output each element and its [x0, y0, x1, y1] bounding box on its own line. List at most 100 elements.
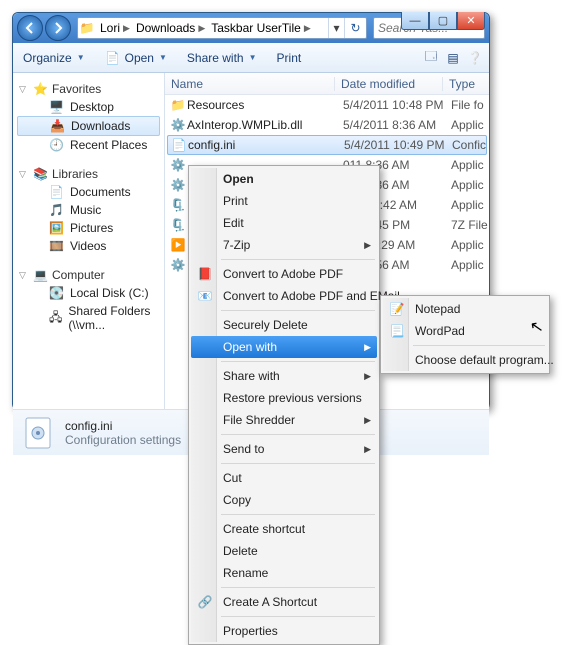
- pdf-mail-icon: 📧: [197, 289, 213, 303]
- menu-item[interactable]: Share with▶: [191, 365, 377, 387]
- menu-label: Share with: [223, 369, 280, 383]
- menu-item[interactable]: Restore previous versions: [191, 387, 377, 409]
- minimize-button[interactable]: —: [401, 12, 429, 30]
- nav-documents[interactable]: 📄Documents: [13, 183, 164, 201]
- wordpad-icon: 📃: [389, 324, 405, 338]
- dll-icon: ⚙️: [169, 178, 187, 192]
- nav-shared[interactable]: 🖧Shared Folders (\\vm...: [13, 302, 164, 334]
- menu-label: Cut: [223, 471, 242, 485]
- back-button[interactable]: [17, 15, 43, 41]
- breadcrumb[interactable]: Taskbar UserTile▶: [207, 21, 313, 35]
- file-date: 5/4/2011 10:48 PM: [337, 98, 445, 112]
- preview-pane-icon[interactable]: ▤: [445, 50, 461, 66]
- menu-item[interactable]: Edit: [191, 212, 377, 234]
- nav-pictures[interactable]: 🖼️Pictures: [13, 219, 164, 237]
- menu-item[interactable]: 7-Zip▶: [191, 234, 377, 256]
- file-type: Confic: [446, 138, 486, 152]
- menu-label: Choose default program...: [415, 353, 554, 367]
- dll-icon: ⚙️: [169, 158, 187, 172]
- share-button[interactable]: Share with▼: [183, 49, 261, 67]
- organize-button[interactable]: Organize▼: [19, 49, 89, 67]
- nav-music[interactable]: 🎵Music: [13, 201, 164, 219]
- col-name[interactable]: Name: [165, 77, 335, 91]
- documents-icon: 📄: [49, 185, 64, 199]
- menu-item[interactable]: Properties: [191, 620, 377, 642]
- nav-libraries-header[interactable]: ▽📚Libraries: [13, 164, 164, 183]
- menu-label: Notepad: [415, 302, 460, 316]
- menu-item[interactable]: Open: [191, 168, 377, 190]
- menu-item[interactable]: File Shredder▶: [191, 409, 377, 431]
- refresh-button[interactable]: ↻: [344, 18, 366, 38]
- file-type: Applic: [445, 158, 489, 172]
- file-name: config.ini: [188, 138, 338, 152]
- menu-item[interactable]: Print: [191, 190, 377, 212]
- chevron-right-icon: ▶: [364, 415, 371, 426]
- menu-item[interactable]: 📝 Notepad: [383, 298, 547, 320]
- network-drive-icon: 🖧: [49, 308, 62, 329]
- chevron-right-icon: ▶: [364, 444, 371, 455]
- breadcrumb[interactable]: Lori▶: [96, 21, 132, 35]
- menu-item[interactable]: Cut: [191, 467, 377, 489]
- help-icon[interactable]: ❔: [467, 50, 483, 66]
- menu-item[interactable]: Send to ▶: [191, 438, 377, 460]
- context-menu: OpenPrintEdit7-Zip▶📕Convert to Adobe PDF…: [188, 165, 380, 645]
- menu-item[interactable]: Choose default program...: [383, 349, 547, 371]
- col-type[interactable]: Type: [443, 77, 489, 91]
- menu-item[interactable]: Open with▶: [191, 336, 377, 358]
- menu-label: 7-Zip: [223, 238, 250, 252]
- print-label: Print: [277, 51, 302, 65]
- print-button[interactable]: Print: [273, 49, 306, 67]
- breadcrumb[interactable]: Downloads▶: [132, 21, 207, 35]
- menu-item[interactable]: Rename: [191, 562, 377, 584]
- menu-item[interactable]: 📧Convert to Adobe PDF and EMail: [191, 285, 377, 307]
- menu-label: Properties: [223, 624, 278, 638]
- view-icon[interactable]: 🗔: [423, 50, 439, 66]
- file-row[interactable]: ⚙️AxInterop.WMPLib.dll5/4/2011 8:36 AMAp…: [165, 115, 489, 135]
- folder-icon: 📁: [78, 21, 96, 35]
- window-controls: — ▢ ✕: [401, 12, 485, 30]
- open-button[interactable]: 📄 Open▼: [101, 48, 171, 68]
- menu-label: Send to: [223, 442, 264, 456]
- menu-item[interactable]: Securely Delete: [191, 314, 377, 336]
- menu-item[interactable]: Delete: [191, 540, 377, 562]
- forward-button[interactable]: [45, 15, 71, 41]
- archive-icon: 🗜️: [169, 198, 187, 212]
- nav-recent[interactable]: 🕘Recent Places: [13, 136, 164, 154]
- menu-item[interactable]: 📃WordPad: [383, 320, 547, 342]
- nav-localdisk[interactable]: 💽Local Disk (C:): [13, 284, 164, 302]
- nav-downloads[interactable]: 📥Downloads: [17, 116, 160, 136]
- drive-icon: 💽: [49, 286, 64, 300]
- menu-item[interactable]: Create shortcut: [191, 518, 377, 540]
- notepad-icon: 📝: [389, 302, 405, 316]
- exe-icon: ▶️: [169, 238, 187, 252]
- col-date[interactable]: Date modified: [335, 77, 443, 91]
- toolbar: Organize▼ 📄 Open▼ Share with▼ Print 🗔 ▤ …: [13, 43, 489, 73]
- menu-item[interactable]: 📕Convert to Adobe PDF: [191, 263, 377, 285]
- recent-icon: 🕘: [49, 138, 64, 152]
- nav-videos[interactable]: 🎞️Videos: [13, 237, 164, 255]
- open-label: Open: [125, 51, 154, 65]
- column-headers: Name Date modified Type: [165, 73, 489, 95]
- file-type: Applic: [445, 238, 489, 252]
- address-bar[interactable]: 📁 Lori▶ Downloads▶ Taskbar UserTile▶ ▾ ↻: [77, 17, 367, 39]
- address-dropdown[interactable]: ▾: [328, 18, 344, 38]
- file-name: Resources: [187, 98, 337, 112]
- dll-icon: ⚙️: [169, 118, 187, 132]
- file-row[interactable]: 📁Resources5/4/2011 10:48 PMFile fo: [165, 95, 489, 115]
- navigation-pane: ▽⭐Favorites 🖥️Desktop 📥Downloads 🕘Recent…: [13, 73, 165, 409]
- menu-item[interactable]: Copy: [191, 489, 377, 511]
- computer-icon: 💻: [33, 268, 48, 282]
- nav-desktop[interactable]: 🖥️Desktop: [13, 98, 164, 116]
- menu-label: Print: [223, 194, 248, 208]
- close-button[interactable]: ✕: [457, 12, 485, 30]
- menu-label: Create shortcut: [223, 522, 305, 536]
- openwith-submenu: 📝 Notepad 📃WordPad Choose default program..…: [380, 295, 550, 374]
- dll-icon: ⚙️: [169, 258, 187, 272]
- nav-computer-header[interactable]: ▽💻Computer: [13, 265, 164, 284]
- menu-item[interactable]: 🔗Create A Shortcut: [191, 591, 377, 613]
- nav-favorites-header[interactable]: ▽⭐Favorites: [13, 79, 164, 98]
- ini-icon: 📄: [170, 138, 188, 152]
- file-row[interactable]: 📄config.ini5/4/2011 10:49 PMConfic: [167, 135, 487, 155]
- maximize-button[interactable]: ▢: [429, 12, 457, 30]
- star-icon: ⭐: [33, 82, 48, 96]
